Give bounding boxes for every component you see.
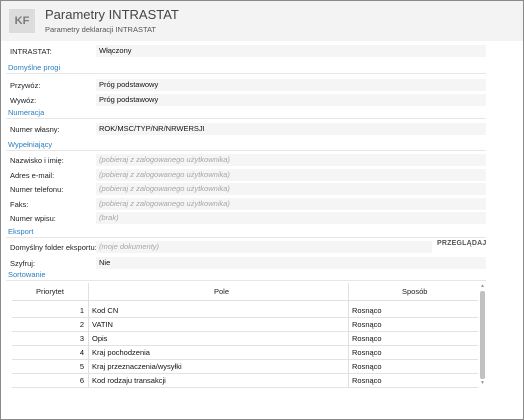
section-divider bbox=[6, 73, 486, 74]
table-header: Priorytet Pole Sposób bbox=[12, 283, 478, 301]
table-row[interactable]: 6 Kod rodzaju transakcji Rosnąco bbox=[12, 373, 478, 388]
email-label: Adres e-mail: bbox=[10, 171, 55, 180]
browse-button[interactable]: PRZEGLĄDAJ bbox=[437, 240, 486, 247]
row-priority: 6 bbox=[79, 376, 84, 385]
row-order[interactable]: Rosnąco bbox=[352, 348, 382, 357]
phone-label: Numer telefonu: bbox=[10, 185, 64, 194]
row-priority: 3 bbox=[79, 334, 84, 343]
row-order[interactable]: Rosnąco bbox=[352, 362, 382, 371]
table-row[interactable]: 2 VATIN Rosnąco bbox=[12, 317, 478, 332]
name-field[interactable]: (pobieraj z zalogowanego użytkownika) bbox=[96, 154, 486, 166]
scroll-down-icon[interactable]: ▼ bbox=[480, 380, 485, 386]
row-order[interactable]: Rosnąco bbox=[352, 320, 382, 329]
entry-number-label: Numer wpisu: bbox=[10, 214, 56, 223]
section-filler: Wypełniający bbox=[8, 140, 53, 149]
column-header-order[interactable]: Sposób bbox=[402, 287, 427, 296]
row-field: Kraj przeznaczenia/wysyłki bbox=[92, 362, 182, 371]
window-header: KF Parametry INTRASTAT Parametry deklara… bbox=[1, 1, 523, 41]
row-field: Kod CN bbox=[92, 306, 119, 315]
section-divider bbox=[6, 280, 486, 281]
fax-label: Faks: bbox=[10, 200, 29, 209]
intrastat-field[interactable]: Włączony bbox=[96, 45, 486, 57]
fax-field[interactable]: (pobieraj z zalogowanego użytkownika) bbox=[96, 198, 486, 210]
row-field: Opis bbox=[92, 334, 108, 343]
row-priority: 5 bbox=[79, 362, 84, 371]
export-threshold-label: Wywóz: bbox=[10, 96, 37, 105]
intrastat-label: INTRASTAT: bbox=[10, 47, 52, 56]
scroll-up-icon[interactable]: ▲ bbox=[480, 283, 485, 289]
column-header-field[interactable]: Pole bbox=[214, 287, 229, 296]
row-order[interactable]: Rosnąco bbox=[352, 334, 382, 343]
table-row[interactable]: 4 Kraj pochodzenia Rosnąco bbox=[12, 345, 478, 360]
entry-number-field[interactable]: (brak) bbox=[96, 212, 486, 224]
page-subtitle: Parametry deklaracji INTRASTAT bbox=[45, 25, 156, 34]
section-divider bbox=[6, 118, 486, 119]
export-folder-label: Domyślny folder eksportu: bbox=[10, 243, 97, 252]
import-threshold-label: Przywóz: bbox=[10, 81, 41, 90]
section-numbering: Numeracja bbox=[8, 108, 45, 117]
export-threshold-field[interactable]: Próg podstawowy bbox=[96, 94, 486, 106]
column-header-priority[interactable]: Priorytet bbox=[36, 287, 64, 296]
own-number-field[interactable]: ROK/MSC/TYP/NR/NRWERSJI bbox=[96, 123, 486, 135]
row-field: VATIN bbox=[92, 320, 113, 329]
encrypt-field[interactable]: Nie bbox=[96, 257, 486, 269]
scrollbar-thumb[interactable] bbox=[480, 291, 485, 379]
own-number-label: Numer własny: bbox=[10, 125, 60, 134]
email-field[interactable]: (pobieraj z zalogowanego użytkownika) bbox=[96, 169, 486, 181]
page-title: Parametry INTRASTAT bbox=[45, 7, 179, 22]
section-divider bbox=[6, 237, 486, 238]
table-row[interactable]: 3 Opis Rosnąco bbox=[12, 331, 478, 346]
import-threshold-field[interactable]: Próg podstawowy bbox=[96, 79, 486, 91]
row-order[interactable]: Rosnąco bbox=[352, 376, 382, 385]
row-field: Kod rodzaju transakcji bbox=[92, 376, 166, 385]
row-order[interactable]: Rosnąco bbox=[352, 306, 382, 315]
section-default-thresholds: Domyślne progi bbox=[8, 63, 61, 72]
row-priority: 2 bbox=[79, 320, 84, 329]
section-export: Eksport bbox=[8, 227, 34, 236]
intrastat-parameters-window: KF Parametry INTRASTAT Parametry deklara… bbox=[0, 0, 524, 420]
section-sorting: Sortowanie bbox=[8, 270, 46, 279]
table-scrollbar[interactable]: ▲ ▼ bbox=[479, 283, 486, 387]
phone-field[interactable]: (pobieraj z zalogowanego użytkownika) bbox=[96, 183, 486, 195]
row-priority: 4 bbox=[79, 348, 84, 357]
sorting-table: Priorytet Pole Sposób 1 Kod CN Rosnąco 2… bbox=[12, 283, 486, 388]
row-priority: 1 bbox=[79, 306, 84, 315]
table-row[interactable]: 5 Kraj przeznaczenia/wysyłki Rosnąco bbox=[12, 359, 478, 374]
row-field: Kraj pochodzenia bbox=[92, 348, 150, 357]
section-divider bbox=[6, 150, 486, 151]
table-row[interactable]: 1 Kod CN Rosnąco bbox=[12, 303, 478, 318]
name-label: Nazwisko i imię: bbox=[10, 156, 64, 165]
export-folder-field[interactable]: (moje dokumenty) bbox=[96, 241, 432, 253]
encrypt-label: Szyfruj: bbox=[10, 259, 36, 268]
app-logo: KF bbox=[9, 9, 35, 33]
